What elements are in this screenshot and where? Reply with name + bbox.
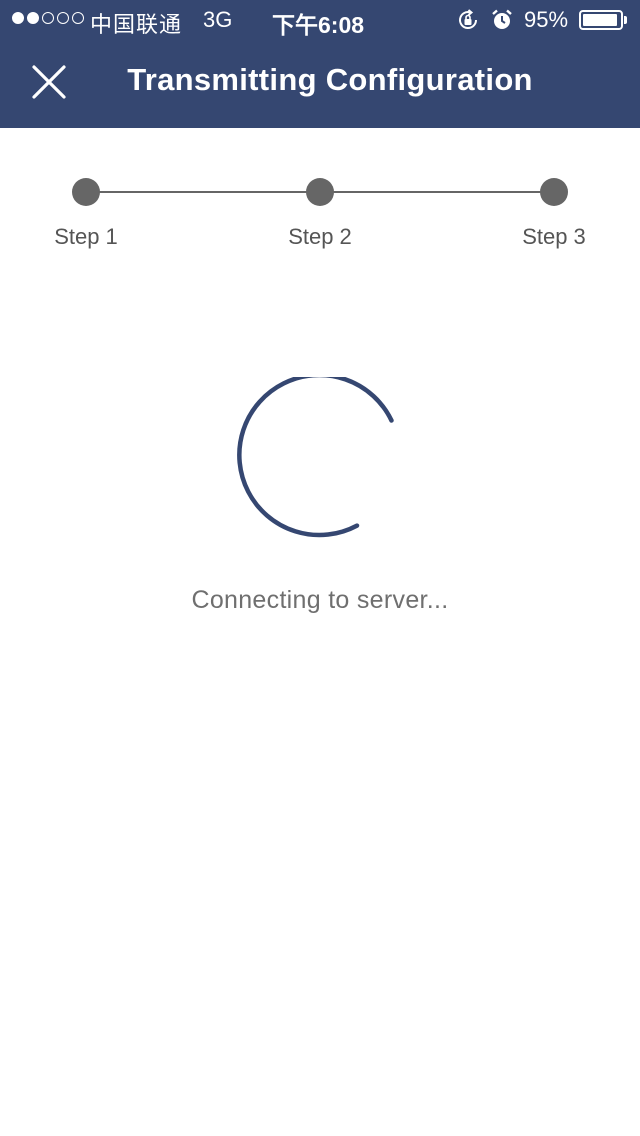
connection-status-message: Connecting to server... — [191, 586, 449, 614]
step-connector-1-2 — [86, 191, 320, 193]
step-1-dot — [72, 178, 100, 206]
signal-strength-icon — [12, 12, 84, 24]
battery-percentage: 95% — [524, 7, 569, 32]
navigation-bar: Transmitting Configuration — [0, 40, 640, 128]
top-bar: 中国联通 3G 下午6:08 95% Transmitting Configur… — [0, 0, 640, 128]
status-bar: 中国联通 3G 下午6:08 95% — [0, 0, 640, 40]
alarm-icon — [492, 9, 512, 29]
step-progress-indicator: Step 1 Step 2 Step 3 — [0, 160, 640, 260]
step-3-dot — [540, 178, 568, 206]
battery-level-fill — [583, 14, 618, 26]
orientation-lock-icon — [459, 9, 478, 29]
page-title: Transmitting Configuration — [127, 62, 533, 97]
battery-icon — [579, 10, 623, 30]
carrier-name: 中国联通 — [90, 12, 183, 37]
status-time: 下午6:08 — [272, 12, 365, 38]
step-connector-2-3 — [320, 191, 554, 193]
battery-cap — [624, 16, 627, 24]
step-2-dot — [306, 178, 334, 206]
step-3-label: Step 3 — [522, 224, 586, 249]
step-1-label: Step 1 — [54, 224, 118, 249]
step-2-label: Step 2 — [288, 224, 352, 249]
network-type: 3G — [203, 7, 233, 32]
loading-spinner-icon — [237, 377, 394, 538]
